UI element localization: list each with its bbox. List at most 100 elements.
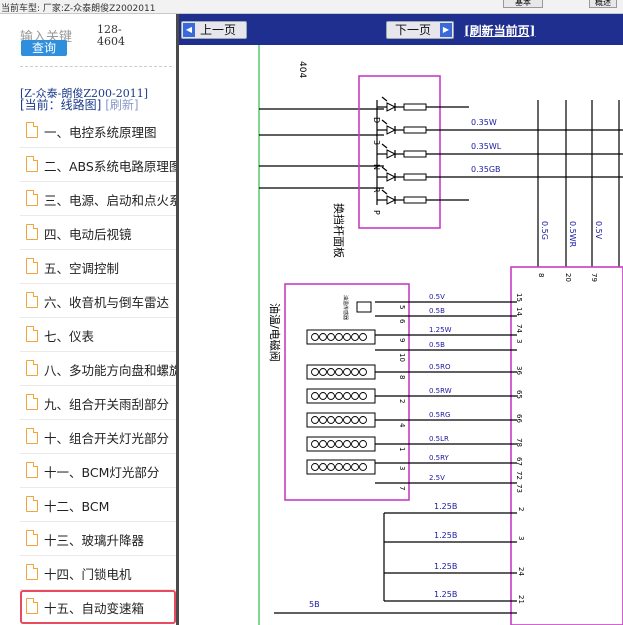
sidebar-item-label: 十五、自动变速箱 (44, 601, 145, 616)
top-status-bar: 当前车型: 厂家:Z-众泰朗俊Z2002011 基本 概述 (0, 0, 623, 14)
valve-label: 油温/电磁阀 (268, 303, 282, 362)
connector-pin: 20 (564, 273, 572, 282)
current-page-indicator: [当前：线路图] [刷新] (20, 96, 139, 113)
refresh-page-link[interactable]: [刷新当前页] (464, 22, 535, 39)
valve-wire-label: 0.5RO (429, 363, 451, 371)
sidebar-item[interactable]: 四、电动后视镜 (20, 216, 176, 250)
sidebar-item[interactable]: 十二、BCM (20, 488, 176, 522)
sidebar-item[interactable]: 二、ABS系统电路原理图 (20, 148, 176, 182)
coil-turn (343, 368, 351, 376)
sidebar-item[interactable]: 十一、BCM灯光部分 (20, 454, 176, 488)
sidebar-item-label: 六、收音机与倒车雷达 (44, 295, 170, 310)
coil-turn (351, 333, 359, 341)
vertical-wire-label: 0.5G (540, 221, 549, 240)
sidebar-item[interactable]: 十五、自动变速箱 (20, 590, 176, 624)
prev-page-label: 上一页 (200, 23, 237, 37)
sidebar-item-label: 十一、BCM灯光部分 (44, 465, 160, 480)
gear-letter: P (372, 210, 381, 215)
light-arrow (381, 96, 388, 102)
circuit-menu: 一、电控系统原理图二、ABS系统电路原理图三、电源、启动和点火系统四、电动后视镜… (20, 114, 176, 624)
coil-turn (335, 440, 343, 448)
coil-turn (319, 440, 327, 448)
solenoid-coil (306, 364, 376, 380)
top-tab-basic[interactable]: 基本 (503, 0, 543, 8)
coil-turn (343, 392, 351, 400)
sidebar-item[interactable]: 五、空调控制 (20, 250, 176, 284)
resistor-symbol (403, 196, 427, 204)
valve-wire-label: 0.5V (429, 293, 445, 301)
sidebar-item[interactable]: 六、收音机与倒车雷达 (20, 284, 176, 318)
prev-page-button[interactable]: ◀ 上一页 (181, 21, 247, 39)
sidebar-item-label: 二、ABS系统电路原理图 (44, 159, 176, 174)
sidebar-item[interactable]: 十三、玻璃升降器 (20, 522, 176, 556)
coil-turn (319, 333, 327, 341)
sidebar-item[interactable]: 八、多功能方向盘和螺旋 (20, 352, 176, 386)
next-page-button[interactable]: 下一页 ▶ (386, 21, 454, 39)
sidebar-item[interactable]: 十、组合开关灯光部分 (20, 420, 176, 454)
sidebar-item-label: 九、组合开关雨刮部分 (44, 397, 170, 412)
vertical-wire-label: 0.5V (594, 221, 603, 240)
coil-turn (319, 392, 327, 400)
coil-turn (311, 440, 319, 448)
sidebar-item[interactable]: 七、仪表 (20, 318, 176, 352)
sidebar: 输入关键 查询 128- 4604 [Z-众泰-朗俊Z200-2011] [当前… (0, 14, 176, 625)
valve-pin: 2 (398, 399, 406, 403)
sidebar-item[interactable]: 三、电源、启动和点火系统 (20, 182, 176, 216)
tcu-pin: 74 (515, 324, 523, 333)
document-icon (26, 258, 38, 274)
sensor-label: 油温传感器 (342, 295, 349, 320)
ground-wire-label: 1.25B (434, 562, 457, 571)
wiring-diagram: 404D3NRP0.35W0.35WL0.35GB换挡杆面板0.5G0.5WR0… (258, 45, 623, 625)
valve-wire-label: 0.5B (429, 341, 445, 349)
light-arrow (381, 143, 388, 149)
document-icon (26, 598, 38, 614)
document-icon (26, 462, 38, 478)
coil-turn (351, 392, 359, 400)
coil-turn (311, 333, 319, 341)
coil-turn (319, 368, 327, 376)
coil-turn (343, 440, 351, 448)
coil-turn (319, 463, 327, 471)
document-icon (26, 530, 38, 546)
led-diode-symbol (386, 102, 397, 112)
wire-label: 0.35W (471, 118, 497, 127)
valve-wire-label: 0.5B (429, 307, 445, 315)
sidebar-item-label: 十二、BCM (44, 499, 110, 514)
coil-turn (319, 416, 327, 424)
valve-pin: 6 (398, 319, 406, 324)
sidebar-item-label: 五、空调控制 (44, 261, 120, 276)
coil-turn (359, 463, 367, 471)
coil-turn (327, 440, 335, 448)
document-icon (26, 190, 38, 206)
tcu-pin: 21 (517, 595, 525, 604)
tcu-pin: 78 (515, 438, 523, 447)
light-arrow (381, 119, 388, 125)
document-icon (26, 394, 38, 410)
sidebar-item[interactable]: 一、电控系统原理图 (20, 114, 176, 148)
vertical-wire-label: 0.5WR (568, 221, 577, 248)
coil-turn (335, 392, 343, 400)
arrow-right-icon: ▶ (440, 23, 452, 37)
coil-turn (351, 368, 359, 376)
top-tab-overview[interactable]: 概述 (589, 0, 617, 8)
sidebar-item[interactable]: 十四、门锁电机 (20, 556, 176, 590)
coil-turn (327, 368, 335, 376)
tcu-pin: 67 (515, 457, 523, 466)
panel-label: 换挡杆面板 (332, 203, 346, 258)
wire-label: 0.35WL (471, 142, 502, 151)
tcu-pin: 72 (515, 471, 523, 480)
sidebar-item-label: 十、组合开关灯光部分 (44, 431, 170, 446)
sidebar-item-label: 十三、玻璃升降器 (44, 533, 145, 548)
coil-turn (359, 368, 367, 376)
sidebar-item[interactable]: 九、组合开关雨刮部分 (20, 386, 176, 420)
tcu-pin: 73 (515, 484, 523, 493)
sidebar-refresh-link[interactable]: [刷新] (105, 98, 138, 112)
search-button[interactable]: 查询 (21, 40, 67, 56)
sidebar-item-label: 三、电源、启动和点火系统 (44, 193, 176, 208)
document-icon (26, 326, 38, 342)
solenoid-coil (306, 388, 376, 404)
document-icon (26, 122, 38, 138)
coil-turn (359, 440, 367, 448)
result-count-line2: 4604 (97, 35, 125, 48)
ground-wire-label: 1.25B (434, 502, 457, 511)
